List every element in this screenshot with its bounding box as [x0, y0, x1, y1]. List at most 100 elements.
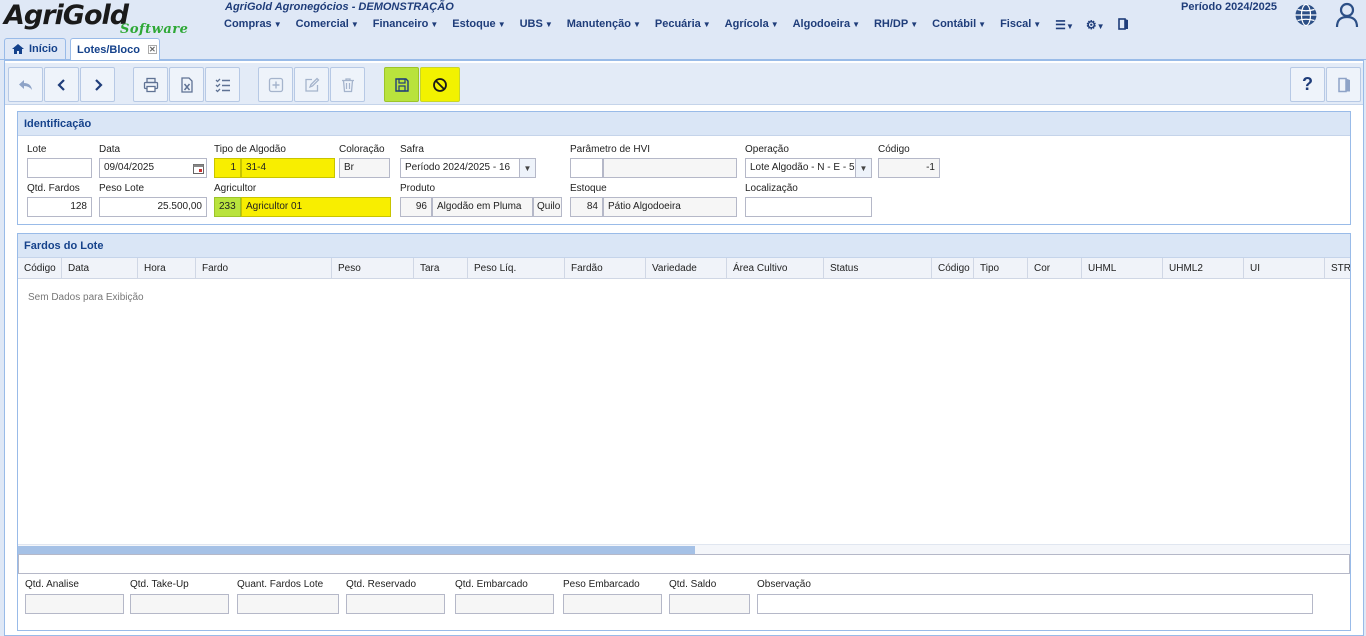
calendar-icon[interactable]	[191, 160, 205, 176]
coloracao-label: Coloração	[339, 144, 385, 155]
col-area-cultivo[interactable]: Área Cultivo	[727, 258, 824, 279]
plus-square-icon	[268, 77, 283, 92]
quant-fardos-lote-input[interactable]	[237, 594, 339, 614]
parametro-hvi-label: Parâmetro de HVI	[570, 144, 651, 155]
col-codigo-2[interactable]: Código	[932, 258, 974, 279]
save-button[interactable]	[384, 67, 419, 102]
col-str[interactable]: STR	[1325, 258, 1350, 279]
parametro-hvi-code[interactable]	[570, 158, 603, 178]
col-status[interactable]: Status	[824, 258, 932, 279]
col-tipo[interactable]: Tipo	[974, 258, 1028, 279]
delete-button[interactable]	[330, 67, 365, 102]
help-button[interactable]: ?	[1290, 67, 1325, 102]
col-codigo[interactable]: Código	[18, 258, 62, 279]
qtd-embarcado-label: Qtd. Embarcado	[455, 579, 528, 590]
chevron-down-icon[interactable]: ▼	[855, 159, 871, 177]
col-tara[interactable]: Tara	[414, 258, 468, 279]
col-peso[interactable]: Peso	[332, 258, 414, 279]
menu-pecuaria[interactable]: Pecuária ▼	[655, 18, 718, 33]
add-button[interactable]	[258, 67, 293, 102]
chevron-down-icon[interactable]: ▼	[519, 159, 535, 177]
operacao-value: Lote Algodão - N - E - 5	[750, 162, 855, 173]
tab-inicio[interactable]: Início	[4, 38, 66, 59]
edit-icon	[304, 77, 319, 92]
col-variedade[interactable]: Variedade	[646, 258, 727, 279]
gears-icon[interactable]: ⚙▼	[1086, 18, 1105, 33]
col-uhml2[interactable]: UHML2	[1163, 258, 1244, 279]
col-uhml[interactable]: UHML	[1082, 258, 1163, 279]
qtd-analise-input[interactable]	[25, 594, 124, 614]
codigo-input[interactable]: -1	[878, 158, 940, 178]
cancel-button[interactable]	[420, 67, 460, 102]
col-hora[interactable]: Hora	[138, 258, 196, 279]
menu-contabil[interactable]: Contábil ▼	[932, 18, 993, 33]
menu-manutencao[interactable]: Manutenção ▼	[567, 18, 648, 33]
list-icon[interactable]: ☰▼	[1055, 18, 1074, 33]
logo-main-text: AgriGold	[4, 0, 129, 31]
exit-icon[interactable]	[1117, 18, 1129, 33]
observacao-input[interactable]	[757, 594, 1313, 614]
close-icon[interactable]: ✕	[147, 45, 157, 54]
home-icon	[12, 44, 24, 54]
edit-button[interactable]	[294, 67, 329, 102]
localizacao-input[interactable]	[745, 197, 872, 217]
next-button[interactable]	[80, 67, 115, 102]
chevron-right-icon	[94, 78, 103, 91]
col-cor[interactable]: Cor	[1028, 258, 1082, 279]
menu-algodoeira[interactable]: Algodoeira ▼	[793, 18, 867, 33]
tipo-algodao-input[interactable]: 31-4	[241, 158, 335, 178]
menu-financeiro[interactable]: Financeiro ▼	[373, 18, 446, 33]
parametro-hvi-input[interactable]	[603, 158, 737, 178]
tab-lotes-label: Lotes/Bloco	[77, 43, 140, 56]
produto-input[interactable]: Algodão em Pluma	[432, 197, 533, 217]
peso-embarcado-input[interactable]	[563, 594, 662, 614]
menu-ubs[interactable]: UBS ▼	[520, 18, 560, 33]
col-fardao[interactable]: Fardão	[565, 258, 646, 279]
agricultor-input[interactable]: Agricultor 01	[241, 197, 391, 217]
col-ui[interactable]: UI	[1244, 258, 1325, 279]
menu-agricola[interactable]: Agrícola ▼	[725, 18, 786, 33]
col-data[interactable]: Data	[62, 258, 138, 279]
lote-input[interactable]	[27, 158, 92, 178]
safra-select[interactable]: Período 2024/2025 - 16 ▼	[400, 158, 536, 178]
export-excel-button[interactable]	[169, 67, 204, 102]
operacao-select[interactable]: Lote Algodão - N - E - 5 ▼	[745, 158, 872, 178]
checklist-button[interactable]	[205, 67, 240, 102]
produto-code[interactable]: 96	[400, 197, 432, 217]
tab-lotes-bloco[interactable]: Lotes/Bloco ✕	[70, 38, 160, 60]
estoque-code[interactable]: 84	[570, 197, 603, 217]
qtd-fardos-input[interactable]: 128	[27, 197, 92, 217]
identificacao-title: Identificação	[18, 112, 1350, 136]
menu-estoque[interactable]: Estoque ▼	[452, 18, 512, 33]
previous-button[interactable]	[44, 67, 79, 102]
main-menu: Compras ▼ Comercial ▼ Financeiro ▼ Estoque ▼…	[224, 18, 1141, 33]
scrollbar-thumb[interactable]	[18, 546, 695, 554]
fardos-grid-header: Código Data Hora Fardo Peso Tara Peso Lí…	[18, 258, 1350, 279]
qtd-embarcado-input[interactable]	[455, 594, 554, 614]
printer-icon	[143, 77, 158, 92]
data-input[interactable]: 09/04/2025	[99, 158, 207, 178]
menu-fiscal[interactable]: Fiscal ▼	[1000, 18, 1048, 33]
qtd-take-up-input[interactable]	[130, 594, 229, 614]
globe-icon[interactable]	[1294, 3, 1318, 27]
user-icon[interactable]	[1335, 2, 1359, 28]
horizontal-scrollbar[interactable]	[18, 544, 1350, 554]
agricultor-code[interactable]: 233	[214, 197, 241, 217]
exit-button[interactable]	[1326, 67, 1361, 102]
col-peso-liq[interactable]: Peso Líq.	[468, 258, 565, 279]
undo-button[interactable]	[8, 67, 43, 102]
col-fardo[interactable]: Fardo	[196, 258, 332, 279]
estoque-input[interactable]: Pátio Algodoeira	[603, 197, 737, 217]
cancel-icon	[433, 77, 447, 92]
save-icon	[394, 77, 409, 92]
qtd-saldo-input[interactable]	[669, 594, 750, 614]
menu-rhdp[interactable]: RH/DP ▼	[874, 18, 925, 33]
produto-unit[interactable]: Quilo	[533, 197, 562, 217]
tipo-algodao-code[interactable]: 1	[214, 158, 241, 178]
menu-comercial[interactable]: Comercial ▼	[296, 18, 366, 33]
qtd-reservado-input[interactable]	[346, 594, 445, 614]
coloracao-input[interactable]: Br	[339, 158, 390, 178]
peso-lote-input[interactable]: 25.500,00	[99, 197, 207, 217]
print-button[interactable]	[133, 67, 168, 102]
menu-compras[interactable]: Compras ▼	[224, 18, 289, 33]
